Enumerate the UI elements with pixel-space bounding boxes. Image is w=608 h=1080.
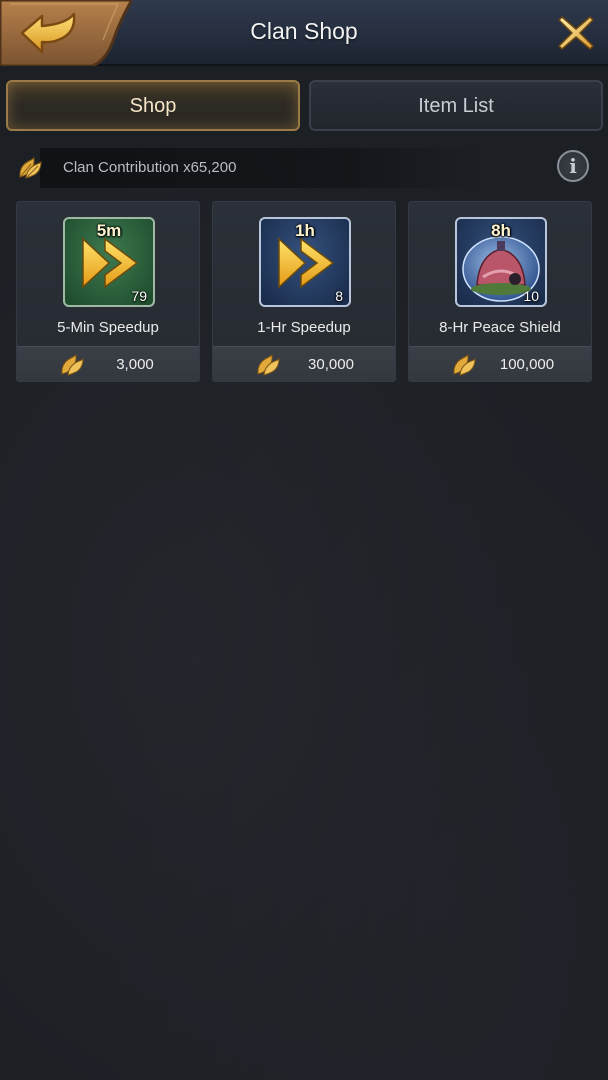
shop-item-card[interactable]: 5m 79 5-Min Speedup 3,000 xyxy=(16,201,200,382)
owned-count: 79 xyxy=(131,288,147,304)
close-icon xyxy=(558,16,594,50)
peace-shield-icon: 8h 10 xyxy=(455,217,547,307)
item-price: 30,000 xyxy=(308,356,354,373)
item-name: 5-Min Speedup xyxy=(57,319,159,336)
item-name: 8-Hr Peace Shield xyxy=(439,319,561,336)
price-button[interactable]: 3,000 xyxy=(17,346,199,381)
price-button[interactable]: 30,000 xyxy=(213,346,395,381)
shop-item-card[interactable]: 1h 8 1-Hr Speedup 30,000 xyxy=(212,201,396,382)
tab-item-list[interactable]: Item List xyxy=(309,80,603,131)
close-button[interactable] xyxy=(556,13,596,53)
contribution-label: Clan Contribution x65,200 xyxy=(63,159,237,176)
tab-bar: Shop Item List xyxy=(6,80,603,131)
info-icon: i xyxy=(569,154,577,178)
clan-contribution-bar: Clan Contribution x65,200 xyxy=(0,148,608,188)
leaf-icon xyxy=(453,353,476,376)
item-name: 1-Hr Speedup xyxy=(257,319,351,336)
top-bar: Clan Shop xyxy=(0,0,608,66)
leaf-icon xyxy=(19,156,42,179)
duration-badge: 5m xyxy=(96,221,122,240)
shop-item-card[interactable]: 8h 10 8-Hr Peace Shield 100,000 xyxy=(408,201,592,382)
duration-badge: 1h xyxy=(295,221,315,240)
leaf-icon xyxy=(61,353,84,376)
owned-count: 8 xyxy=(335,288,343,304)
owned-count: 10 xyxy=(523,288,539,304)
duration-badge: 8h xyxy=(491,221,511,240)
leaf-icon xyxy=(257,353,280,376)
page-title: Clan Shop xyxy=(250,18,358,44)
price-button[interactable]: 100,000 xyxy=(409,346,591,381)
info-button[interactable]: i xyxy=(557,150,589,182)
tab-shop[interactable]: Shop xyxy=(6,80,300,131)
item-price: 3,000 xyxy=(116,356,154,373)
speedup-icon: 1h 8 xyxy=(259,217,351,307)
speedup-icon: 5m 79 xyxy=(63,217,155,307)
item-price: 100,000 xyxy=(499,356,555,373)
